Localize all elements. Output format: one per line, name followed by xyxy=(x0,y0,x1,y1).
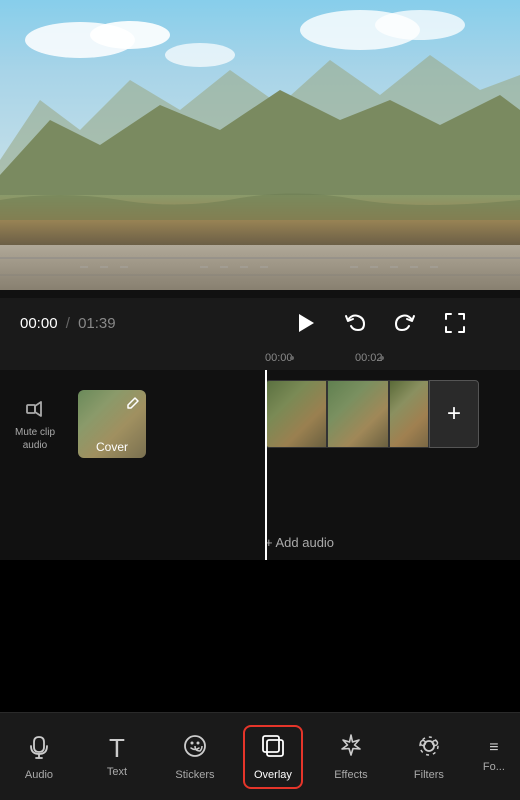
more-label: Fo... xyxy=(483,761,505,773)
text-label: Text xyxy=(107,766,127,778)
text-icon: T xyxy=(109,735,125,761)
add-icon: + xyxy=(447,400,461,428)
controls-area: 00:00 / 01:39 xyxy=(0,298,520,344)
overlay-label: Overlay xyxy=(254,769,292,781)
time-marker-start: 00:00 xyxy=(265,352,293,364)
cover-button[interactable]: Cover xyxy=(78,390,146,458)
timeline-area: 00:00 00:02 Mute clipaudio xyxy=(0,344,520,560)
timeline-tracks: Mute clipaudio Cover + + Ad xyxy=(0,370,520,560)
filters-label: Filters xyxy=(414,769,444,781)
audio-label: Audio xyxy=(25,769,53,781)
edit-icon xyxy=(126,396,140,413)
undo-button[interactable] xyxy=(344,312,366,334)
stickers-label: Stickers xyxy=(175,769,214,781)
toolbar-item-overlay[interactable]: Overlay xyxy=(243,725,303,789)
current-time: 00:00 xyxy=(20,315,58,332)
add-audio-label: + Add audio xyxy=(265,535,334,550)
mute-label: Mute clipaudio xyxy=(15,426,55,452)
dark-strip xyxy=(0,290,520,298)
add-clip-button[interactable]: + xyxy=(429,380,479,448)
effects-icon xyxy=(338,733,364,764)
playhead xyxy=(265,370,267,560)
fullscreen-button[interactable] xyxy=(444,312,466,334)
cover-label: Cover xyxy=(96,440,128,454)
play-button[interactable] xyxy=(294,312,316,334)
audio-icon xyxy=(26,733,52,764)
toolbar-item-more[interactable]: ≡ Fo... xyxy=(477,732,511,781)
video-clips[interactable]: + xyxy=(265,380,479,448)
time-marker-mid: 00:02 xyxy=(355,352,383,364)
more-icon: ≡ xyxy=(489,740,498,756)
playback-controls xyxy=(260,312,500,334)
clip-thumb-1[interactable] xyxy=(265,380,327,448)
toolbar-item-audio[interactable]: Audio xyxy=(9,725,69,789)
toolbar-item-text[interactable]: T Text xyxy=(87,727,147,786)
toolbar-item-stickers[interactable]: Stickers xyxy=(165,725,225,789)
mute-clip-audio-button[interactable]: Mute clipaudio xyxy=(0,396,70,452)
total-time: 01:39 xyxy=(78,315,116,332)
effects-label: Effects xyxy=(334,769,367,781)
video-preview xyxy=(0,0,520,290)
clip-thumb-3[interactable] xyxy=(389,380,429,448)
clip-thumb-2[interactable] xyxy=(327,380,389,448)
timeline-ruler: 00:00 00:02 xyxy=(0,348,520,370)
overlay-icon xyxy=(260,733,286,764)
time-display: 00:00 / 01:39 xyxy=(20,315,260,332)
redo-button[interactable] xyxy=(394,312,416,334)
filters-icon xyxy=(416,733,442,764)
toolbar-item-effects[interactable]: Effects xyxy=(321,725,381,789)
bottom-toolbar: Audio T Text Stickers Overlay xyxy=(0,712,520,800)
stickers-icon xyxy=(182,733,208,764)
time-sep: / xyxy=(66,315,70,332)
toolbar-item-filters[interactable]: Filters xyxy=(399,725,459,789)
add-audio-row[interactable]: + Add audio xyxy=(265,535,520,550)
